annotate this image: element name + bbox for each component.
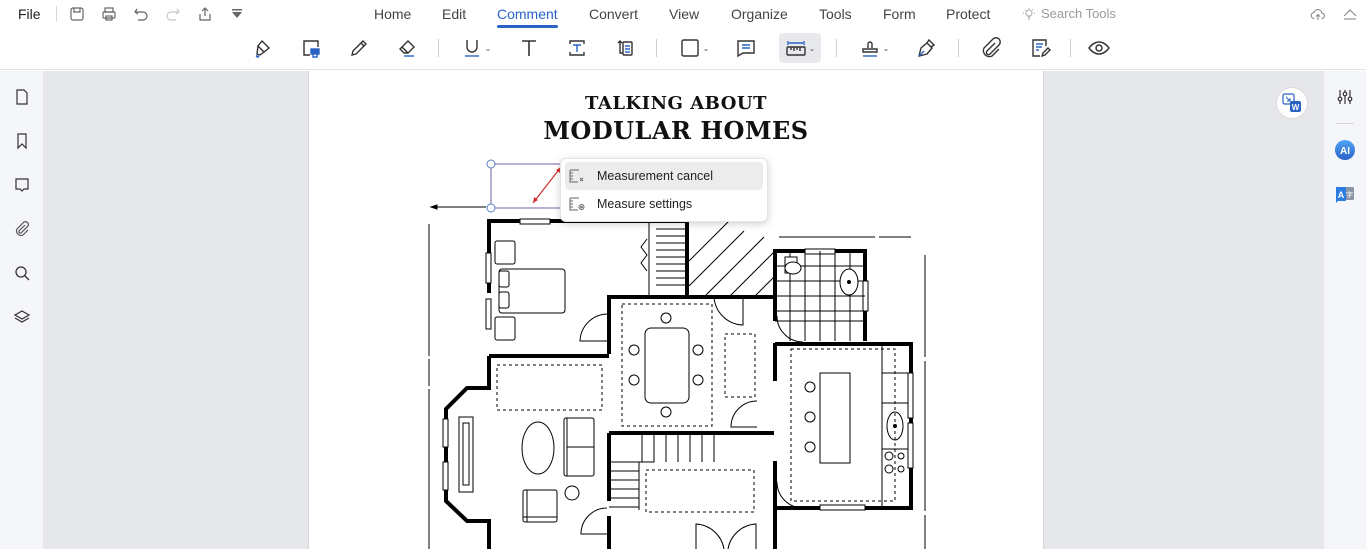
bookmark-icon[interactable] xyxy=(12,131,32,151)
svg-text:字: 字 xyxy=(1346,190,1353,199)
comment-toolbar: ⌄ ⌄ ⌄ ⌄ xyxy=(0,28,1366,70)
note-tool[interactable] xyxy=(733,33,759,63)
ruler-icon xyxy=(785,41,806,56)
rectangle-icon xyxy=(680,39,699,57)
search-tools[interactable]: Search Tools xyxy=(1022,6,1116,21)
document-page[interactable]: TALKING ABOUT MODULAR HOMES xyxy=(308,71,1044,549)
measurement-context-menu: Measurement cancel Measure settings xyxy=(560,158,768,222)
divider xyxy=(56,6,57,22)
divider xyxy=(656,39,657,57)
divider xyxy=(836,39,837,57)
svg-text:A: A xyxy=(1338,190,1345,200)
measurement-cancel-label: Measurement cancel xyxy=(597,169,714,183)
properties-icon[interactable] xyxy=(1334,86,1356,108)
translate-icon[interactable]: A字 xyxy=(1334,183,1356,205)
save-icon[interactable] xyxy=(67,4,87,24)
comment-list-tool[interactable] xyxy=(1027,33,1053,63)
text-icon xyxy=(522,40,536,56)
share-icon[interactable] xyxy=(195,4,215,24)
comment-icon[interactable] xyxy=(12,175,32,195)
cloud-upload-icon[interactable] xyxy=(1308,4,1328,24)
underline-tool[interactable]: ⌄ xyxy=(458,33,494,63)
area-highlight-tool[interactable] xyxy=(298,33,324,63)
measure-settings-item[interactable]: Measure settings xyxy=(565,190,763,218)
signature-tool[interactable] xyxy=(913,33,939,63)
measurement-cancel-item[interactable]: Measurement cancel xyxy=(565,162,763,190)
convert-to-word-button[interactable]: W xyxy=(1276,87,1308,119)
divider xyxy=(1336,123,1354,124)
pen-nib-icon xyxy=(918,38,936,57)
chevron-down-icon: ⌄ xyxy=(882,43,890,53)
left-sidebar xyxy=(0,71,44,549)
divider xyxy=(1070,39,1071,57)
eraser-icon xyxy=(399,40,415,57)
measurement-cancel-icon xyxy=(569,169,584,183)
lightbulb-icon xyxy=(1023,7,1035,19)
divider xyxy=(958,39,959,57)
underline-icon xyxy=(464,40,479,57)
menu-bar: File Home Edit Comment Convert View Orga… xyxy=(0,0,1366,28)
svg-text:W: W xyxy=(1292,103,1300,112)
ai-assistant-icon[interactable]: AI xyxy=(1334,139,1356,161)
search-icon[interactable] xyxy=(12,263,32,283)
right-sidebar: AI A字 xyxy=(1323,71,1366,549)
paperclip-icon xyxy=(982,37,1001,58)
svg-text:AI: AI xyxy=(1340,146,1350,157)
undo-icon[interactable] xyxy=(131,4,151,24)
print-icon[interactable] xyxy=(99,4,119,24)
tab-convert[interactable]: Convert xyxy=(589,0,638,22)
chevron-down-icon: ⌄ xyxy=(702,43,710,53)
text-tool[interactable] xyxy=(516,33,542,63)
eye-icon xyxy=(1088,41,1110,55)
floor-plan-drawing xyxy=(428,159,926,549)
measure-tool[interactable]: ⌄ xyxy=(779,33,821,63)
callout-tool[interactable] xyxy=(612,33,638,63)
eraser-tool[interactable] xyxy=(394,33,420,63)
chevron-down-icon: ⌄ xyxy=(808,43,816,53)
chevron-down-icon: ⌄ xyxy=(484,43,492,53)
note-icon xyxy=(737,40,755,58)
redo-icon[interactable] xyxy=(163,4,183,24)
attachment-tool[interactable] xyxy=(978,33,1004,63)
callout-icon xyxy=(617,40,633,56)
pencil-icon xyxy=(351,40,367,56)
highlight-tool[interactable] xyxy=(251,33,277,63)
tab-edit[interactable]: Edit xyxy=(442,0,466,22)
customize-dropdown-icon[interactable] xyxy=(227,4,247,24)
stamp-icon xyxy=(861,41,878,57)
tab-tools[interactable]: Tools xyxy=(819,0,852,22)
textbox-tool[interactable] xyxy=(564,33,590,63)
document-canvas[interactable]: TALKING ABOUT MODULAR HOMES W xyxy=(44,71,1323,549)
edit-list-icon xyxy=(1032,39,1051,58)
measure-settings-icon xyxy=(569,197,585,211)
tab-view[interactable]: View xyxy=(669,0,699,22)
area-highlight-icon xyxy=(303,40,320,58)
highlighter-icon xyxy=(255,39,271,58)
layers-icon[interactable] xyxy=(12,307,32,327)
tab-comment[interactable]: Comment xyxy=(497,0,558,28)
stamp-tool[interactable]: ⌄ xyxy=(856,33,892,63)
attachment-icon[interactable] xyxy=(12,219,32,239)
search-tools-placeholder: Search Tools xyxy=(1041,6,1116,21)
measure-settings-label: Measure settings xyxy=(597,197,693,211)
tab-organize[interactable]: Organize xyxy=(731,0,788,22)
collapse-ribbon-icon[interactable] xyxy=(1340,4,1360,24)
tab-home[interactable]: Home xyxy=(374,0,411,22)
word-convert-icon: W xyxy=(1282,93,1301,112)
file-menu[interactable]: File xyxy=(18,6,41,22)
show-hide-comments-tool[interactable] xyxy=(1086,33,1112,63)
measurement-selection xyxy=(486,159,564,213)
tab-form[interactable]: Form xyxy=(883,0,916,22)
pencil-tool[interactable] xyxy=(346,33,372,63)
textbox-icon xyxy=(569,40,585,56)
page-thumbnails-icon[interactable] xyxy=(12,87,32,107)
divider xyxy=(438,39,439,57)
shape-tool[interactable]: ⌄ xyxy=(676,33,712,63)
tab-protect[interactable]: Protect xyxy=(946,0,990,22)
